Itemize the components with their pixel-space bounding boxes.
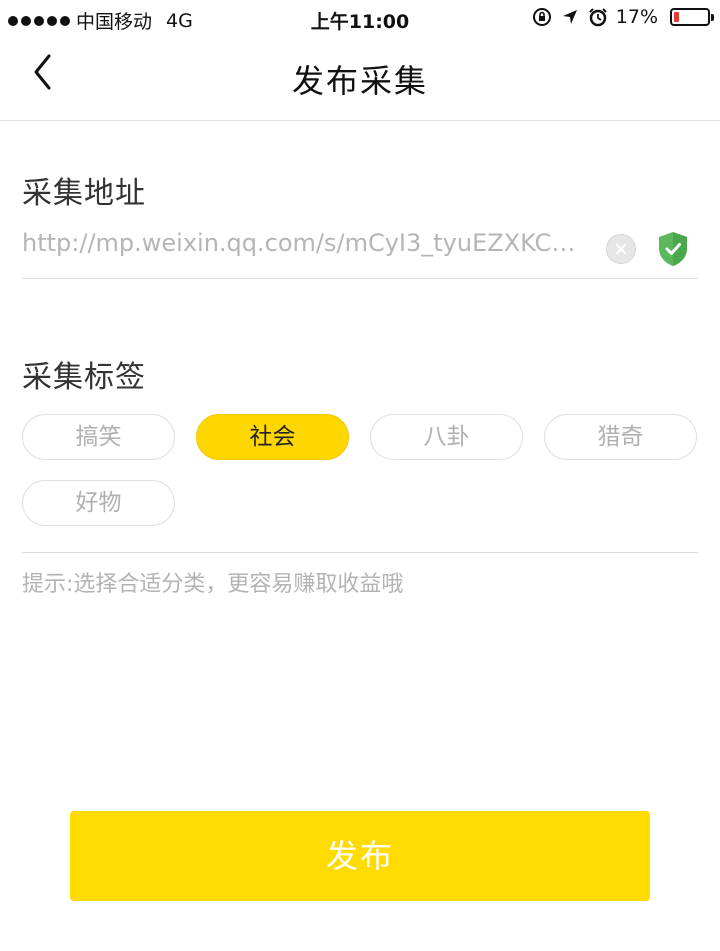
tag-lieqi[interactable]: 猎奇 bbox=[544, 414, 697, 460]
status-right: 17% bbox=[532, 6, 714, 28]
tag-shehui[interactable]: 社会 bbox=[196, 414, 349, 460]
battery-level bbox=[674, 12, 679, 22]
hint-text: 提示:选择合适分类，更容易赚取收益哦 bbox=[22, 572, 404, 597]
alarm-icon bbox=[589, 8, 607, 27]
location-arrow-icon bbox=[562, 10, 577, 24]
url-input[interactable]: http://mp.weixin.qq.com/s/mCyI3_tyuEZXKC… bbox=[22, 229, 588, 269]
address-section-title: 采集地址 bbox=[22, 176, 146, 211]
url-row: http://mp.weixin.qq.com/s/mCyI3_tyuEZXKC… bbox=[22, 225, 698, 279]
battery-icon bbox=[670, 8, 714, 26]
tag-gaoxiao[interactable]: 搞笑 bbox=[22, 414, 175, 460]
tag-haowu[interactable]: 好物 bbox=[22, 480, 175, 526]
orientation-lock-icon bbox=[532, 8, 551, 26]
divider bbox=[22, 552, 698, 553]
nav-bar: 发布采集 bbox=[0, 38, 720, 121]
close-icon bbox=[616, 244, 626, 254]
publish-button[interactable]: 发布 bbox=[70, 811, 650, 901]
status-bar: 中国移动 4G 上午11:00 17% bbox=[0, 0, 720, 38]
battery-percent: 17% bbox=[615, 6, 658, 28]
shield-check-icon bbox=[659, 232, 687, 266]
page-title: 发布采集 bbox=[291, 62, 428, 100]
tags-section-title: 采集标签 bbox=[22, 360, 146, 395]
clear-button[interactable] bbox=[606, 234, 636, 264]
tag-bagua[interactable]: 八卦 bbox=[370, 414, 523, 460]
